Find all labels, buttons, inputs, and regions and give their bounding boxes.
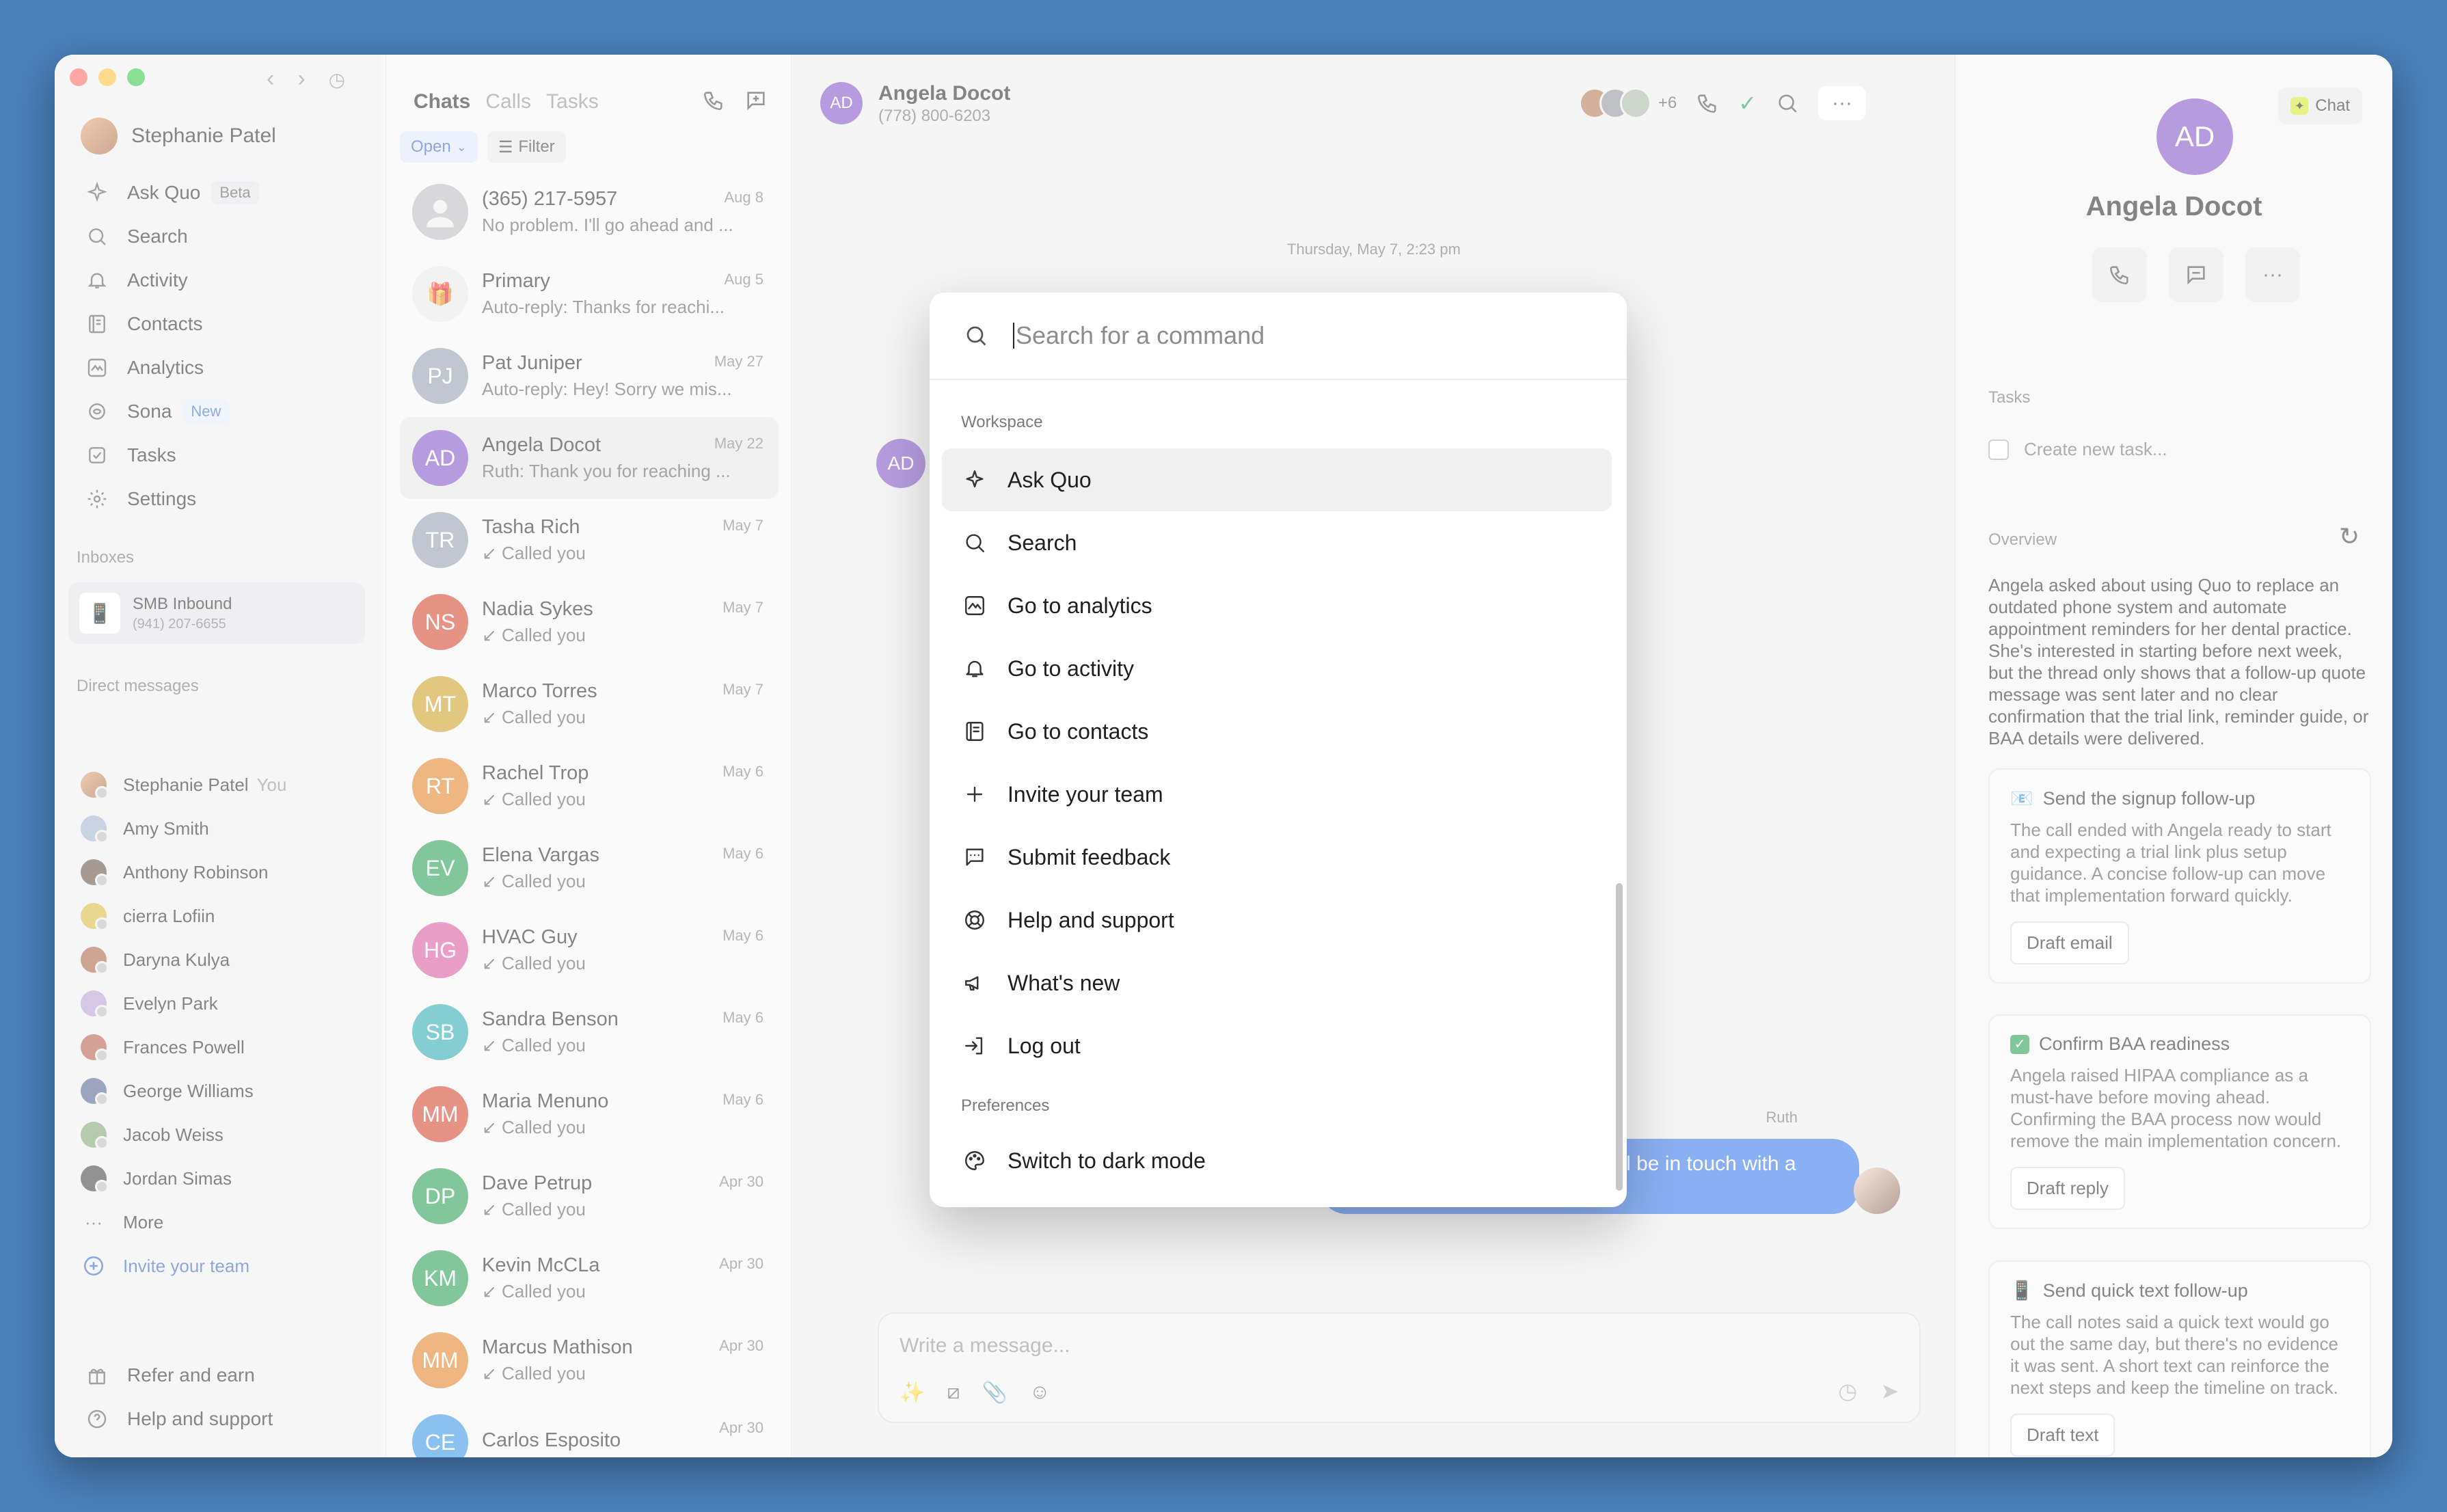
command-what-s-new[interactable]: What's new (942, 951, 1612, 1014)
command-go-to-analytics[interactable]: Go to analytics (942, 574, 1612, 637)
command-label: Search (1008, 530, 1077, 555)
command-label: Go to analytics (1008, 593, 1152, 618)
sparkle-icon (962, 468, 987, 492)
command-label: Go to contacts (1008, 718, 1149, 744)
command-label: What's new (1008, 970, 1120, 995)
search-icon (964, 323, 988, 348)
preferences-label: Preferences (961, 1096, 1050, 1115)
search-icon (962, 530, 987, 555)
feedback-icon (962, 845, 987, 869)
command-search-bar (930, 293, 1627, 380)
command-ask-quo[interactable]: Ask Quo (942, 448, 1612, 511)
text-caret (1013, 323, 1014, 349)
command-label: Submit feedback (1008, 844, 1171, 869)
preferences-commands: Switch to dark mode (942, 1129, 1612, 1192)
command-palette: Workspace Ask Quo Search Go to analytics Go… (930, 293, 1627, 1207)
analytics-icon (962, 593, 987, 618)
plus-icon (962, 782, 987, 807)
palette-scrollbar[interactable] (1616, 883, 1623, 1191)
command-log-out[interactable]: Log out (942, 1014, 1612, 1077)
bell-icon (962, 656, 987, 681)
command-label: Ask Quo (1008, 467, 1092, 492)
lifebuoy-icon (962, 908, 987, 932)
command-label: Help and support (1008, 907, 1174, 932)
command-switch-to-dark-mode[interactable]: Switch to dark mode (942, 1129, 1612, 1192)
command-label: Log out (1008, 1033, 1081, 1058)
command-search[interactable]: Search (942, 511, 1612, 574)
workspace-label: Workspace (961, 413, 1043, 431)
app-window: ‹ › ◷ Stephanie Patel Ask Quo Beta Searc… (55, 55, 2392, 1457)
command-submit-feedback[interactable]: Submit feedback (942, 826, 1612, 889)
palette-icon (962, 1148, 987, 1173)
command-label: Go to activity (1008, 656, 1134, 681)
command-invite-your-team[interactable]: Invite your team (942, 763, 1612, 826)
command-label: Switch to dark mode (1008, 1148, 1206, 1173)
megaphone-icon (962, 971, 987, 995)
workspace-commands: Ask Quo Search Go to analytics Go to activi… (942, 448, 1612, 1077)
command-go-to-contacts[interactable]: Go to contacts (942, 700, 1612, 763)
command-search-input[interactable] (1016, 321, 1563, 350)
logout-icon (962, 1034, 987, 1058)
command-help-and-support[interactable]: Help and support (942, 889, 1612, 951)
command-go-to-activity[interactable]: Go to activity (942, 637, 1612, 700)
command-label: Invite your team (1008, 781, 1163, 807)
contacts-icon (962, 719, 987, 744)
